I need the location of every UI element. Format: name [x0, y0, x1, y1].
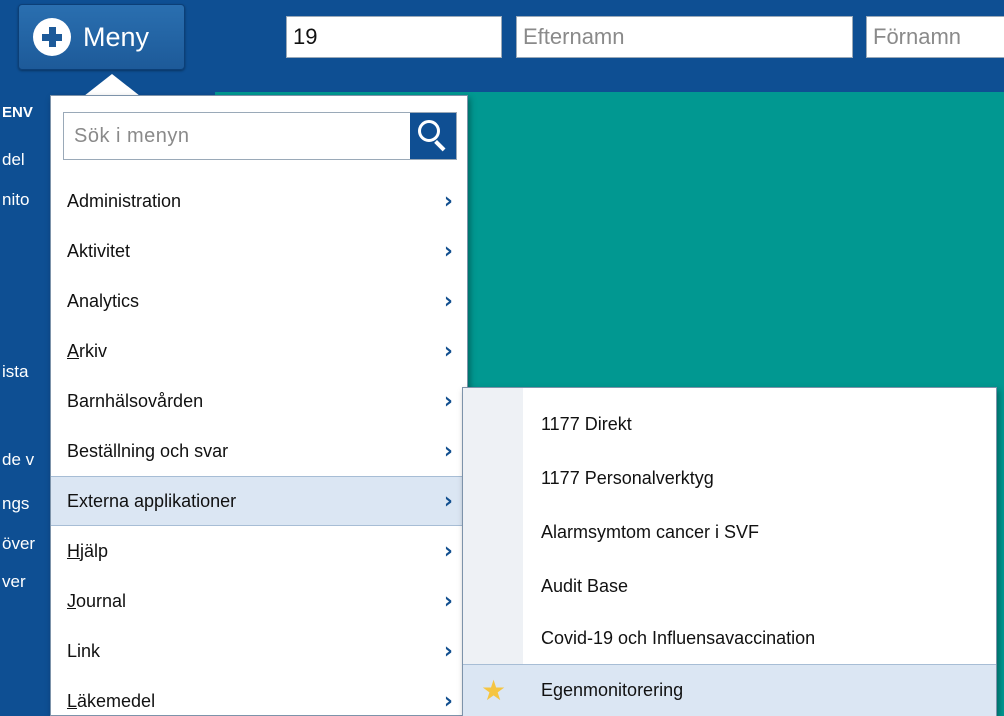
firstname-input[interactable]	[866, 16, 1004, 58]
menu-item-aktivitet[interactable]: Aktivitet ›	[51, 226, 467, 276]
menu-button-label: Meny	[83, 21, 150, 52]
submenu-item-label: Egenmonitorering	[541, 680, 684, 700]
menu-item-label: Administration	[67, 190, 182, 211]
menu-item-label: Link	[67, 640, 101, 661]
chevron-right-icon: ›	[443, 238, 453, 264]
submenu-item-label: 1177 Direkt	[541, 413, 632, 434]
search-icon	[418, 120, 440, 142]
menu-item-label: Läkemedel	[67, 690, 156, 711]
left-panel: ENV del nito ista de v ngs över ver	[0, 92, 50, 716]
submenu-item-label: Alarmsymtom cancer i SVF	[541, 521, 760, 542]
chevron-right-icon: ›	[443, 188, 453, 214]
chevron-right-icon: ›	[443, 638, 453, 664]
chevron-right-icon: ›	[443, 538, 453, 564]
left-panel-label[interactable]: ver	[2, 572, 50, 592]
submenu-item-label: 1177 Personalverktyg	[541, 467, 714, 488]
left-panel-label[interactable]: del	[2, 150, 50, 170]
menu-item-label: Analytics	[67, 290, 140, 311]
submenu-item-covid-19[interactable]: Covid-19 och Influensavaccination	[463, 612, 996, 664]
left-panel-label[interactable]: ngs	[2, 494, 50, 514]
menu-item-label: Barnhälsovården	[67, 390, 204, 411]
search-icon-handle	[434, 140, 446, 152]
menu-button[interactable]: Meny	[18, 4, 185, 70]
menu-item-hjalp[interactable]: Hjälp ›	[51, 526, 467, 576]
menu-search-input[interactable]	[64, 113, 410, 159]
menu-item-label: Journal	[67, 590, 127, 611]
menu-item-arkiv[interactable]: Arkiv ›	[51, 326, 467, 376]
chevron-right-icon: ›	[443, 388, 453, 414]
submenu-item-egenmonitorering[interactable]: ★ Egenmonitorering	[463, 664, 996, 716]
left-panel-label[interactable]: över	[2, 534, 50, 554]
top-bar: Meny	[0, 0, 1004, 92]
menu-item-label: Arkiv	[67, 340, 108, 361]
menu-item-administration[interactable]: Administration ›	[51, 176, 467, 226]
menu-item-label: Hjälp	[67, 540, 109, 561]
lastname-input[interactable]	[516, 16, 853, 58]
chevron-right-icon: ›	[443, 688, 453, 714]
menu-item-analytics[interactable]: Analytics ›	[51, 276, 467, 326]
submenu-item-label: Covid-19 och Influensavaccination	[541, 627, 816, 648]
chevron-right-icon: ›	[443, 588, 453, 614]
plus-circle-icon	[33, 18, 71, 56]
mnemonic: H	[67, 540, 80, 561]
star-icon[interactable]: ★	[481, 674, 506, 707]
patient-id-input[interactable]	[286, 16, 502, 58]
menu-item-label: Externa applikationer	[67, 490, 237, 511]
mnemonic: J	[67, 590, 76, 611]
menu-item-label: Beställning och svar	[67, 440, 229, 461]
main-menu-dropdown: Administration › Aktivitet › Analytics ›…	[50, 95, 468, 716]
chevron-right-icon: ›	[443, 338, 453, 364]
chevron-right-icon: ›	[443, 288, 453, 314]
menu-search-box	[63, 112, 457, 160]
menu-item-link[interactable]: Link ›	[51, 626, 467, 676]
externa-applikationer-submenu: 1177 Direkt 1177 Personalverktyg Alarmsy…	[462, 387, 997, 716]
menu-item-journal[interactable]: Journal ›	[51, 576, 467, 626]
menu-item-barnhalsovarden[interactable]: Barnhälsovården ›	[51, 376, 467, 426]
search-button[interactable]	[410, 113, 456, 159]
menu-item-lakemedel[interactable]: Läkemedel ›	[51, 676, 467, 716]
menu-item-externa-applikationer[interactable]: Externa applikationer ›	[51, 476, 467, 526]
menu-item-bestallning-och-svar[interactable]: Beställning och svar ›	[51, 426, 467, 476]
submenu-item-audit-base[interactable]: Audit Base	[463, 560, 996, 612]
menu-item-label: Aktivitet	[67, 240, 131, 261]
left-panel-label[interactable]: nito	[2, 190, 50, 210]
left-panel-label[interactable]: ista	[2, 362, 50, 382]
left-panel-label: ENV	[2, 104, 33, 121]
submenu-item-1177-personalverktyg[interactable]: 1177 Personalverktyg	[463, 452, 996, 504]
chevron-right-icon: ›	[443, 438, 453, 464]
submenu-item-alarmsymtom[interactable]: Alarmsymtom cancer i SVF	[463, 506, 996, 558]
mnemonic: L	[67, 690, 78, 711]
submenu-item-label: Audit Base	[541, 575, 629, 596]
chevron-right-icon: ›	[443, 488, 453, 514]
submenu-item-1177-direkt[interactable]: 1177 Direkt	[463, 398, 996, 450]
menu-pointer	[84, 74, 140, 96]
mnemonic: A	[67, 340, 80, 361]
left-panel-label[interactable]: de v	[2, 450, 50, 470]
